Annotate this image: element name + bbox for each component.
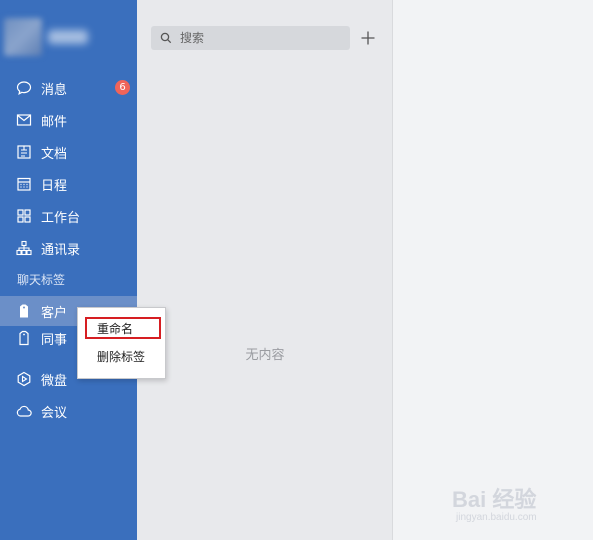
baidu-watermark: Bai 经验 jingyan.baidu.com — [452, 480, 572, 530]
sidebar-item-label: 工作台 — [41, 210, 81, 226]
avatar[interactable] — [4, 18, 42, 56]
sidebar-item-calendar[interactable]: 日程 — [0, 169, 137, 199]
chat-tags-section-label: 聊天标签 — [17, 273, 66, 287]
search-icon — [160, 32, 172, 44]
watermark-title: Bai 经验 — [452, 487, 537, 512]
context-menu: 重命名 删除标签 — [77, 307, 166, 379]
user-profile[interactable] — [0, 14, 137, 60]
watermark-subtitle: jingyan.baidu.com — [456, 512, 537, 523]
mail-icon — [15, 111, 33, 129]
sidebar-item-label: 邮件 — [41, 114, 68, 130]
sidebar-item-label: 日程 — [41, 178, 68, 194]
menu-item-rename[interactable]: 重命名 — [85, 317, 161, 339]
drive-icon — [15, 370, 33, 388]
sidebar-item-label: 微盘 — [41, 373, 68, 389]
sidebar: 消息 6 邮件 文档 日程 工作台 通讯录 聊天标签 客户 同事 微盘 会议 — [0, 0, 137, 540]
add-button[interactable] — [358, 28, 378, 48]
empty-state-text: 无内容 — [245, 348, 285, 363]
plus-icon — [361, 31, 375, 45]
tag-item-label: 客户 — [41, 305, 68, 321]
sidebar-item-label: 文档 — [41, 146, 68, 162]
sidebar-item-mail[interactable]: 邮件 — [0, 105, 137, 135]
menu-item-delete-tag[interactable]: 删除标签 — [85, 345, 161, 367]
sidebar-item-meeting[interactable]: 会议 — [0, 396, 137, 426]
org-chart-icon — [15, 239, 33, 257]
search-box[interactable] — [151, 26, 350, 50]
sidebar-item-contacts[interactable]: 通讯录 — [0, 233, 137, 263]
unread-badge: 6 — [115, 80, 130, 95]
calendar-icon — [15, 175, 33, 193]
sidebar-item-label: 消息 — [41, 82, 68, 98]
grid-icon — [15, 207, 33, 225]
sidebar-item-label: 会议 — [41, 405, 68, 421]
document-icon — [15, 143, 33, 161]
sidebar-item-docs[interactable]: 文档 — [0, 137, 137, 167]
sidebar-item-label: 通讯录 — [41, 242, 81, 258]
chat-bubble-icon — [15, 79, 33, 97]
tag-icon — [15, 302, 33, 320]
conversation-list-panel: 无内容 — [137, 0, 393, 540]
sidebar-item-workbench[interactable]: 工作台 — [0, 201, 137, 231]
content-panel — [393, 0, 593, 540]
search-input[interactable] — [180, 31, 330, 45]
tag-item-label: 同事 — [41, 332, 68, 348]
cloud-icon — [15, 402, 33, 420]
tag-outline-icon — [15, 329, 33, 347]
profile-name-blurred — [48, 30, 88, 44]
